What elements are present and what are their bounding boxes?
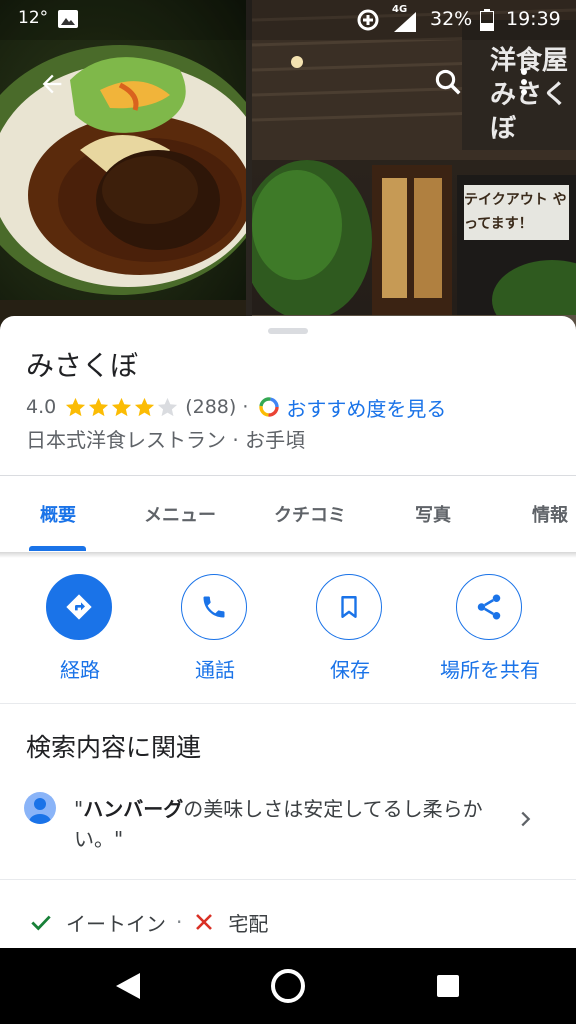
rating-row: 4.0 (288) · おすすめ度を見る [26,393,446,422]
review-snippet[interactable]: "ハンバーグの美味しさは安定してるし柔らかい。" [0,778,576,868]
tab-bar: 概要 メニュー クチコミ 写真 情報 [0,476,576,552]
food-photo[interactable] [0,0,246,340]
service-options: イートイン · 宅配 [28,906,268,938]
signal-icon [394,12,416,32]
directions-label: 経路 [60,658,100,682]
clock-text: 19:39 [506,8,561,30]
place-sheet: みさくぼ 4.0 (288) · おすすめ度を見る 日本式洋食レストラン · お… [0,316,576,948]
close-icon [196,914,213,930]
nav-recents-button[interactable] [418,960,478,1012]
back-triangle-icon [116,973,140,999]
service-separator: · [176,910,183,934]
gallery-icon [58,10,78,28]
directions-circle [46,574,112,640]
share-button[interactable]: 場所を共有 [425,574,555,684]
search-button[interactable] [424,58,472,106]
share-circle [456,574,522,640]
save-label: 保存 [330,658,370,682]
nav-back-button[interactable] [98,960,158,1012]
star-icon [158,397,178,416]
photo-header[interactable]: 洋食屋 みさくぼ テイクアウト やってます！ 12° 4G 32% 19:39 [0,0,576,340]
directions-button[interactable]: 経路 [15,574,145,684]
temperature-text: 12° [18,8,49,28]
hamburg-steak-image [0,45,246,340]
data-saver-icon [356,8,380,32]
dine-in-label: イートイン [66,911,166,936]
avatar [24,792,56,824]
star-icon [112,397,132,416]
phone-icon [203,596,225,618]
tab-bar-shadow [0,552,576,558]
search-icon [435,69,461,95]
related-section-heading: 検索内容に関連 [26,733,202,762]
star-rating [64,396,179,419]
tab-photos[interactable]: 写真 [386,476,480,552]
place-title: みさくぼ [26,349,139,382]
tab-overview[interactable]: 概要 [10,476,106,552]
delivery-label: 宅配 [228,911,269,936]
status-bar: 12° 4G 32% 19:39 [0,0,576,40]
recommendation-link[interactable]: おすすめ度を見る [286,393,446,422]
google-g-icon [258,396,280,418]
battery-percent-text: 32% [430,8,473,30]
review-count[interactable]: (288) [185,396,236,418]
system-nav-bar [0,948,576,1024]
share-label: 場所を共有 [440,658,540,682]
review-quote-open: " [74,797,84,821]
star-icon [89,397,109,416]
call-button[interactable]: 通話 [150,574,280,684]
home-circle-icon [271,969,305,1003]
divider [0,703,576,704]
star-icon [66,397,86,416]
tab-menu[interactable]: メニュー [120,476,240,552]
active-tab-indicator [29,546,86,551]
tab-reviews[interactable]: クチコミ [250,476,370,552]
recents-square-icon [437,975,459,997]
rating-value: 4.0 [26,396,57,418]
divider [0,879,576,880]
call-label: 通話 [195,658,235,682]
drag-handle[interactable] [268,328,308,334]
check-icon [31,915,51,931]
more-options-button[interactable] [500,58,548,106]
back-arrow-icon [42,74,62,94]
nav-home-button[interactable] [258,960,318,1012]
category-price: 日本式洋食レストラン · お手頃 [26,428,306,452]
storefront-notice: テイクアウト やってます！ [464,192,567,232]
rating-separator: · [242,396,249,418]
directions-icon [66,594,92,620]
call-circle [181,574,247,640]
storefront-photo[interactable]: 洋食屋 みさくぼ テイクアウト やってます！ [252,0,576,340]
back-button[interactable] [28,60,76,108]
tab-about[interactable]: 情報 [510,476,576,552]
review-text: "ハンバーグの美味しさは安定してるし柔らかい。" [74,794,504,854]
share-icon [477,594,501,620]
battery-icon [480,9,494,31]
star-icon [135,397,155,416]
save-circle [316,574,382,640]
bookmark-icon [341,596,357,618]
save-button[interactable]: 保存 [285,574,415,684]
review-highlight: ハンバーグ [83,797,184,821]
chevron-right-icon [514,808,536,834]
more-vert-icon [521,69,527,95]
